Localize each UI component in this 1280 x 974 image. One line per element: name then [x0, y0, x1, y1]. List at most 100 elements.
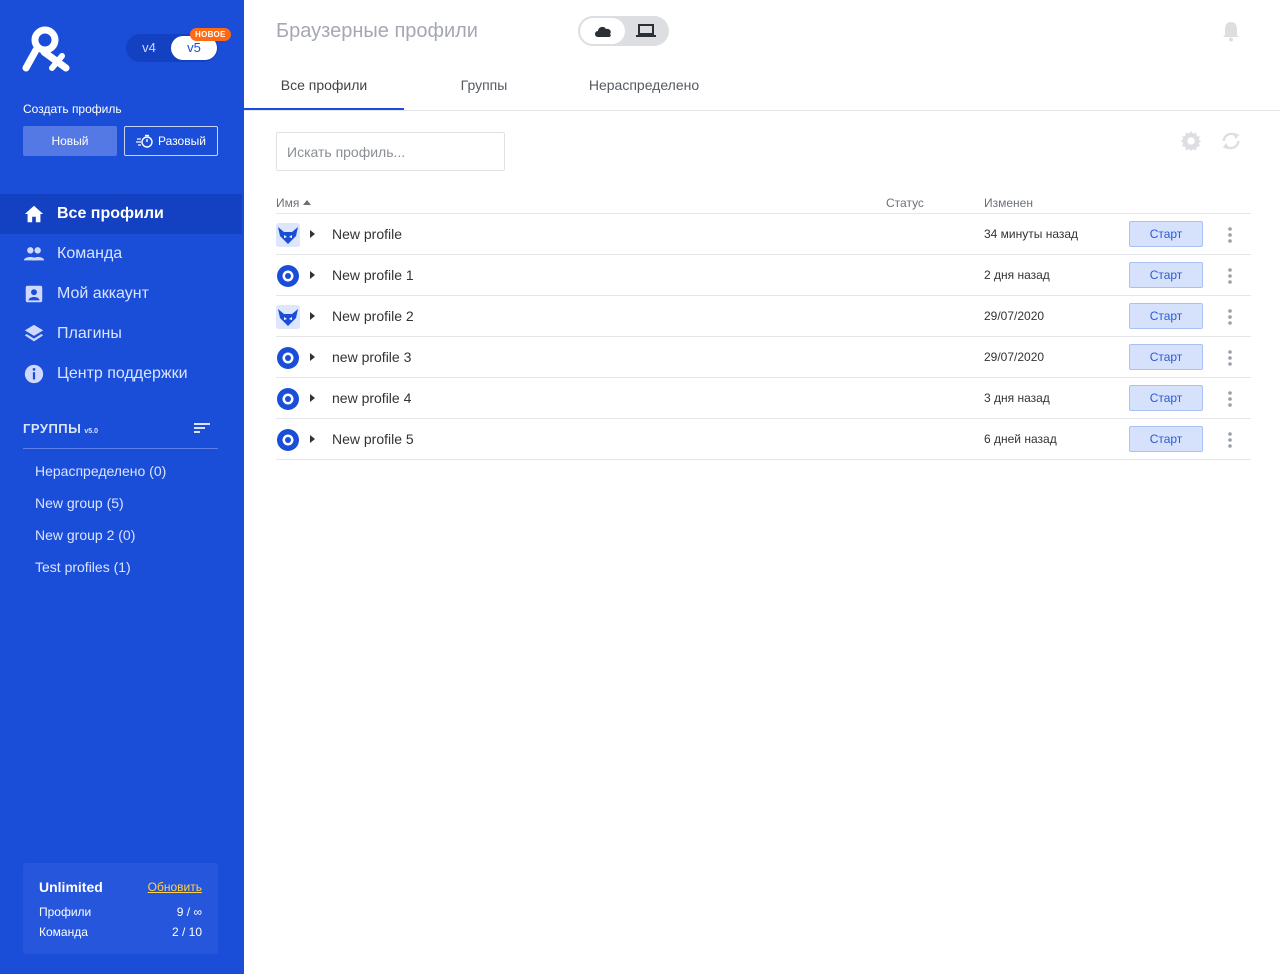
upgrade-link[interactable]: Обновить	[148, 880, 202, 894]
column-status-header[interactable]: Статус	[886, 196, 924, 210]
search-input[interactable]	[276, 132, 505, 171]
more-vert-icon[interactable]	[1224, 267, 1236, 285]
sort-icon[interactable]	[194, 420, 212, 436]
fox-browser-icon	[276, 223, 300, 247]
tab-bar: Все профили Группы Нераспределено	[244, 64, 1280, 111]
sidebar-nav: Все профили Команда Мой аккаунт Плагины …	[0, 194, 244, 394]
profile-name[interactable]: new profile 4	[332, 390, 411, 406]
cloud-mode-option[interactable]	[580, 18, 625, 44]
profile-name[interactable]: New profile 5	[332, 431, 414, 447]
storage-mode-toggle[interactable]	[578, 16, 669, 46]
expand-caret-icon[interactable]	[310, 312, 315, 320]
table-row[interactable]: new profile 4 3 дня назад Старт	[276, 378, 1251, 419]
profile-name[interactable]: New profile 1	[332, 267, 414, 283]
sidebar-item-plugins[interactable]: Плагины	[0, 314, 244, 354]
browser-icon	[276, 346, 300, 370]
profile-changed: 2 дня назад	[984, 268, 1050, 282]
table-row[interactable]: New profile 34 минуты назад Старт	[276, 214, 1251, 255]
fox-browser-icon	[276, 305, 300, 329]
groups-header: ГРУППЫ v5.0	[23, 420, 218, 449]
column-name-header[interactable]: Имя	[276, 196, 312, 210]
plan-profiles-value: 9 / ∞	[176, 905, 202, 919]
table-row[interactable]: New profile 5 6 дней назад Старт	[276, 419, 1251, 460]
more-vert-icon[interactable]	[1224, 431, 1236, 449]
version-v4-option[interactable]: v4	[126, 34, 172, 62]
column-name-label: Имя	[276, 196, 300, 210]
browser-icon	[276, 428, 300, 452]
sidebar-item-label: Мой аккаунт	[57, 285, 149, 302]
group-item-new-group-2[interactable]: New group 2 (0)	[35, 522, 166, 554]
expand-caret-icon[interactable]	[310, 230, 315, 238]
start-button[interactable]: Старт	[1129, 303, 1203, 329]
new-profile-button[interactable]: Новый	[23, 126, 117, 156]
group-item-test-profiles[interactable]: Test profiles (1)	[35, 554, 166, 586]
refresh-icon[interactable]	[1220, 130, 1242, 152]
more-vert-icon[interactable]	[1224, 308, 1236, 326]
column-changed-header[interactable]: Изменен	[984, 196, 1033, 210]
sidebar-item-my-account[interactable]: Мой аккаунт	[0, 274, 244, 314]
profile-changed: 29/07/2020	[984, 309, 1045, 323]
one-time-profile-button[interactable]: Разовый	[124, 126, 218, 156]
orbita-browser-icon	[277, 388, 299, 410]
profile-changed: 29/07/2020	[984, 350, 1045, 364]
plan-team-value: 2 / 10	[171, 925, 202, 939]
start-button[interactable]: Старт	[1129, 262, 1203, 288]
more-vert-icon[interactable]	[1224, 226, 1236, 244]
group-item-new-group[interactable]: New group (5)	[35, 490, 166, 522]
expand-caret-icon[interactable]	[310, 394, 315, 402]
laptop-icon	[636, 24, 656, 37]
groups-version: v5.0	[84, 428, 98, 435]
groups-title: ГРУППЫ	[23, 421, 82, 436]
main-content: Браузерные профили Все профили Группы Не…	[244, 0, 1280, 974]
local-mode-option[interactable]	[624, 18, 668, 44]
expand-caret-icon[interactable]	[310, 271, 315, 279]
profile-changed: 6 дней назад	[984, 432, 1057, 446]
timer-icon	[136, 134, 153, 148]
sidebar-item-label: Все профили	[57, 205, 164, 222]
browser-icon	[276, 264, 300, 288]
browser-icon	[276, 387, 300, 411]
plan-name: Unlimited	[39, 879, 103, 895]
logo-icon[interactable]	[22, 24, 72, 72]
tab-unassigned[interactable]: Нераспределено	[564, 64, 724, 110]
more-vert-icon[interactable]	[1224, 349, 1236, 367]
table-row[interactable]: New profile 2 29/07/2020 Старт	[276, 296, 1251, 337]
start-button[interactable]: Старт	[1129, 426, 1203, 452]
plan-profiles-label: Профили	[39, 905, 92, 919]
table-body: New profile 34 минуты назад Старт New pr…	[276, 214, 1251, 460]
orbita-browser-icon	[277, 429, 299, 451]
sidebar-item-support-center[interactable]: Центр поддержки	[0, 354, 244, 394]
plan-team-label: Команда	[39, 925, 88, 939]
browser-icon	[276, 223, 300, 247]
create-profile-label: Создать профиль	[23, 102, 122, 116]
orbita-browser-icon	[277, 347, 299, 369]
profile-name[interactable]: new profile 3	[332, 349, 411, 365]
sidebar-item-label: Центр поддержки	[57, 365, 188, 382]
expand-caret-icon[interactable]	[310, 435, 315, 443]
table-row[interactable]: new profile 3 29/07/2020 Старт	[276, 337, 1251, 378]
start-button[interactable]: Старт	[1129, 344, 1203, 370]
sidebar-item-all-profiles[interactable]: Все профили	[0, 194, 242, 234]
start-button[interactable]: Старт	[1129, 221, 1203, 247]
profile-name[interactable]: New profile 2	[332, 308, 414, 324]
home-icon	[24, 205, 44, 223]
sort-asc-icon	[303, 200, 312, 205]
team-icon	[23, 247, 45, 261]
tab-groups[interactable]: Группы	[404, 64, 564, 110]
group-item-unassigned[interactable]: Нераспределено (0)	[35, 458, 166, 490]
start-button[interactable]: Старт	[1129, 385, 1203, 411]
profiles-table: Имя Статус Изменен New profile 34 минуты…	[276, 192, 1251, 460]
expand-caret-icon[interactable]	[310, 353, 315, 361]
info-icon	[24, 364, 44, 384]
tab-all-profiles[interactable]: Все профили	[244, 64, 404, 110]
group-list: Нераспределено (0) New group (5) New gro…	[35, 458, 166, 586]
layers-icon	[24, 324, 44, 342]
gear-icon[interactable]	[1180, 130, 1202, 152]
more-vert-icon[interactable]	[1224, 390, 1236, 408]
profile-name[interactable]: New profile	[332, 226, 402, 242]
sidebar-item-team[interactable]: Команда	[0, 234, 244, 274]
bell-icon[interactable]	[1221, 20, 1241, 42]
table-header: Имя Статус Изменен	[276, 192, 1251, 214]
table-row[interactable]: New profile 1 2 дня назад Старт	[276, 255, 1251, 296]
account-icon	[25, 285, 43, 303]
